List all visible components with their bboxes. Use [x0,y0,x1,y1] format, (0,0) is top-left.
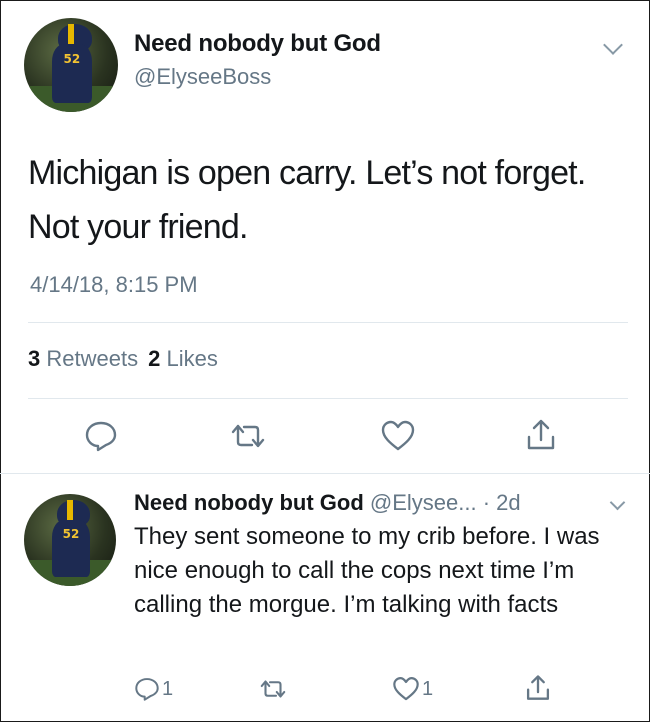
like-count: 1 [422,677,434,700]
like-button[interactable] [380,420,416,452]
share-button[interactable] [524,674,552,702]
reply-bubble-icon [135,678,159,701]
likes-count: 2 [148,346,161,371]
retweets-stat[interactable]: 3 Retweets [28,346,138,371]
likes-label: Likes [166,346,218,371]
retweet-icon [231,424,265,448]
share-icon [526,675,550,700]
reply-count: 1 [162,677,174,700]
retweets-label: Retweets [46,346,139,371]
tweet-relative-time[interactable]: · 2d [483,490,521,515]
divider [28,398,628,399]
avatar[interactable]: 52 [24,494,116,586]
tweet-stats: 3 Retweets 2 Likes [28,346,218,372]
reply-button[interactable]: 1 [134,676,173,702]
share-icon [527,419,555,450]
retweet-icon [260,680,286,698]
share-button[interactable] [524,418,558,452]
author-name[interactable]: Need nobody but God [134,490,364,515]
divider [28,322,628,323]
tweet-separator [0,473,650,474]
author-handle[interactable]: @Elysee... [370,490,477,515]
retweet-button[interactable] [258,678,288,700]
author-handle[interactable]: @ElyseeBoss [134,64,271,90]
reply-button[interactable] [84,420,118,452]
heart-icon [393,677,419,701]
avatar-jersey-number: 52 [62,527,80,542]
heart-icon [381,420,415,451]
reply-bubble-icon [85,421,117,452]
avatar-jersey-number: 52 [63,51,81,66]
author-name[interactable]: Need nobody but God [134,30,381,58]
avatar[interactable]: 52 [24,18,118,112]
like-button[interactable]: 1 [392,676,433,702]
retweet-button[interactable] [228,422,268,450]
tweet-actions [0,414,650,458]
tweet-actions: 1 1 [0,672,650,708]
tweet-timestamp: 4/14/18, 8:15 PM [30,272,198,297]
tweet-text: They sent someone to my crib before. I w… [134,523,600,618]
tweet-text: Michigan is open carry. Let’s not forget… [28,154,586,246]
reply-header: Need nobody but God @Elysee... · 2d [134,490,521,516]
retweets-count: 3 [28,346,41,371]
likes-stat[interactable]: 2 Likes [148,346,218,371]
main-tweet: 52 Need nobody but God @ElyseeBoss Michi… [0,0,650,474]
chevron-down-icon[interactable] [603,35,623,55]
